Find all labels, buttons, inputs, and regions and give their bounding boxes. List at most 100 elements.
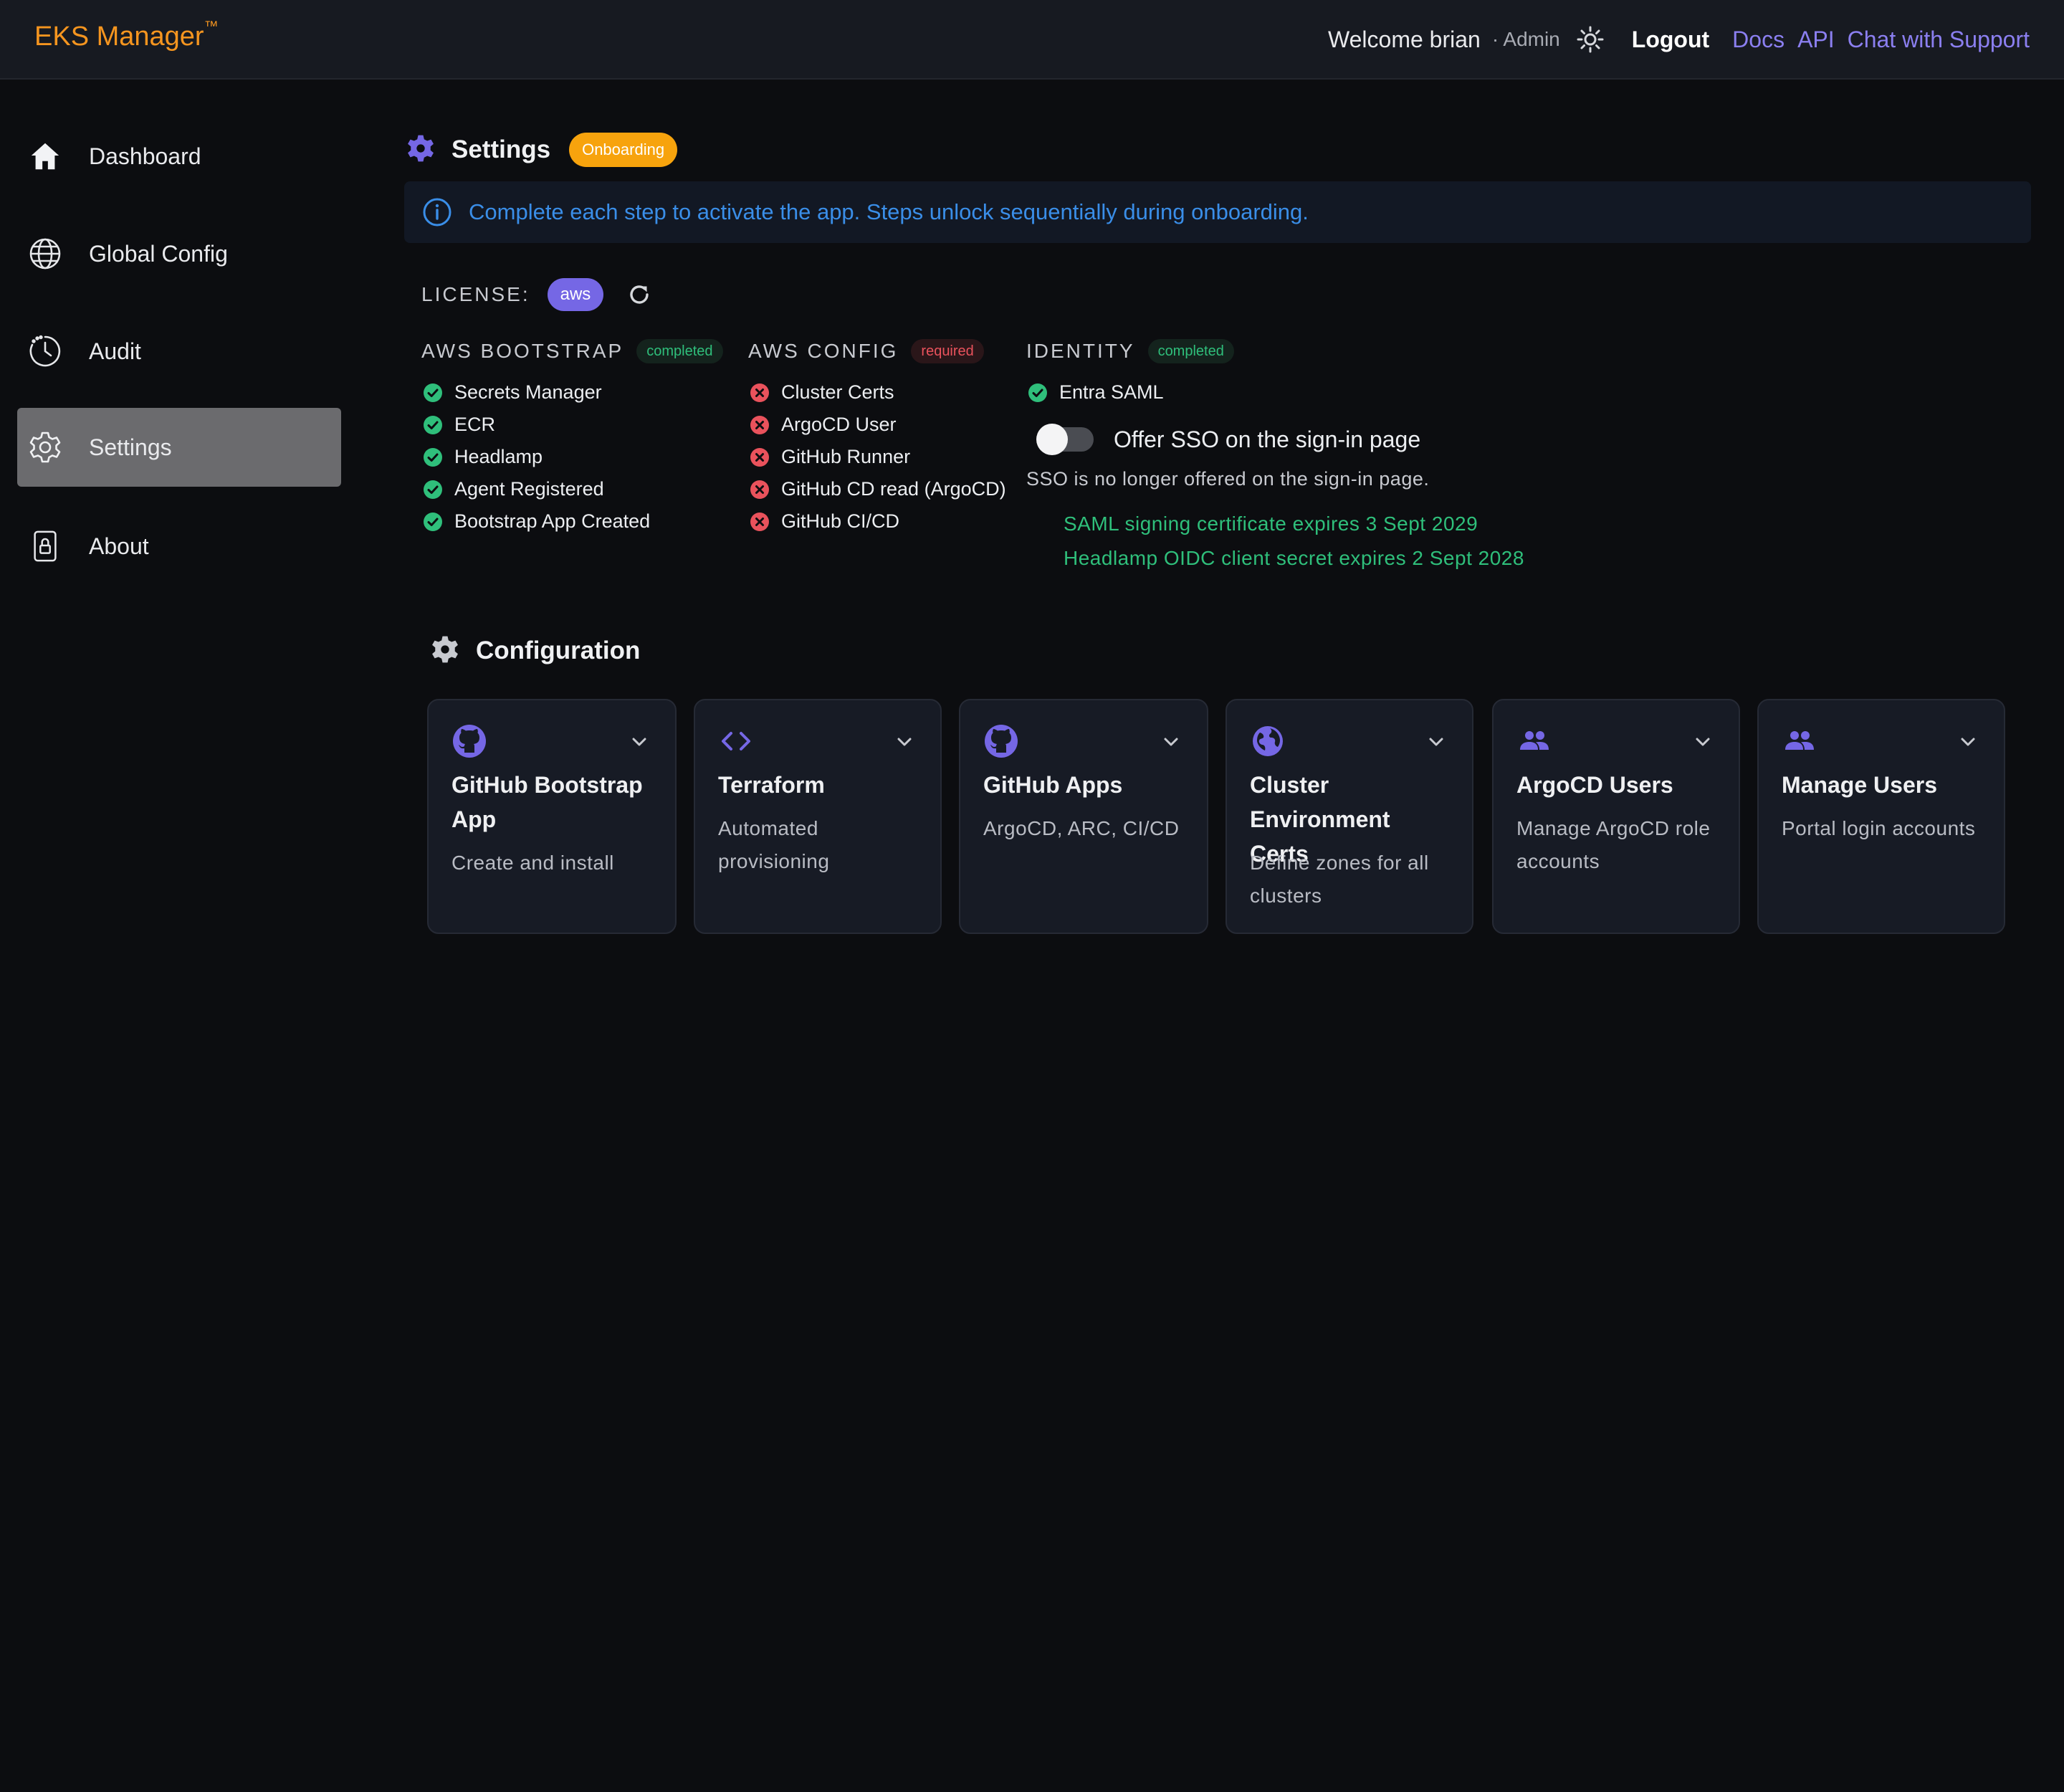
license-row: LICENSE: aws <box>421 275 652 315</box>
group-title: AWS CONFIG <box>748 340 899 362</box>
app-logo[interactable]: EKS Manager™ <box>34 19 219 52</box>
gear-icon <box>430 634 460 668</box>
item-label: Cluster Certs <box>781 381 894 403</box>
sidebar-item-label: About <box>89 533 149 559</box>
card-title: Manage Users <box>1782 772 1937 798</box>
trademark: ™ <box>204 19 219 35</box>
support-link[interactable]: Chat with Support <box>1848 27 2030 53</box>
logout-button[interactable]: Logout <box>1632 27 1709 53</box>
page-header: Settings Onboarding <box>406 121 678 178</box>
info-banner: Complete each step to activate the app. … <box>404 181 2031 243</box>
section-title: Configuration <box>476 637 641 664</box>
sidebar-item-label: Audit <box>89 338 141 364</box>
chevron-down-icon[interactable] <box>629 732 649 752</box>
sidebar-item-audit[interactable]: Audit <box>17 312 341 391</box>
list-item: Secrets Manager <box>421 376 723 409</box>
item-label: Entra SAML <box>1059 381 1164 403</box>
refresh-icon[interactable] <box>626 282 652 308</box>
sidebar-item-label: Global Config <box>89 240 228 267</box>
header-actions: Welcome brian · Admin Logout Docs API Ch… <box>1328 20 2030 59</box>
oidc-expiry-text: Headlamp OIDC client secret expires 2 Se… <box>1064 547 1524 569</box>
chevron-down-icon[interactable] <box>1161 732 1181 752</box>
card-github-bootstrap-app[interactable]: GitHub Bootstrap App Create and install <box>427 699 677 934</box>
item-label: Headlamp <box>454 446 543 467</box>
aws-config-group: AWS CONFIG required Cluster Certs ArgoCD… <box>748 335 1006 538</box>
toggle-knob <box>1036 424 1068 455</box>
identity-group: IDENTITY completed Entra SAML <box>1026 335 1234 409</box>
check-circle-icon <box>424 480 442 499</box>
chevron-down-icon[interactable] <box>894 732 914 752</box>
code-icon <box>722 732 750 750</box>
list-item: Bootstrap App Created <box>421 505 723 538</box>
sidebar: Dashboard Global Config Audit Settings A… <box>0 81 355 1792</box>
card-description: Define zones for all clusters <box>1250 852 1429 907</box>
list-item: Headlamp <box>421 441 723 473</box>
saml-expiry-text: SAML signing certificate expires 3 Sept … <box>1064 513 1478 535</box>
sun-icon[interactable] <box>1576 25 1605 54</box>
github-icon <box>985 725 1018 758</box>
page-title: Settings <box>452 135 551 163</box>
check-circle-icon <box>424 415 442 434</box>
sso-note: SSO is no longer offered on the sign-in … <box>1026 468 1430 490</box>
item-label: GitHub Runner <box>781 446 911 467</box>
card-title: ArgoCD Users <box>1516 772 1673 798</box>
card-description: ArgoCD, ARC, CI/CD <box>983 817 1180 839</box>
brand-name: EKS Manager <box>34 22 204 52</box>
status-badge: completed <box>636 339 723 363</box>
item-label: GitHub CD read (ArgoCD) <box>781 478 1006 500</box>
card-manage-users[interactable]: Manage Users Portal login accounts <box>1757 699 2005 934</box>
list-item: Agent Registered <box>421 473 723 505</box>
x-circle-icon <box>750 480 769 499</box>
gear-icon <box>27 429 63 465</box>
sidebar-item-dashboard[interactable]: Dashboard <box>17 117 341 196</box>
clock-icon <box>27 333 63 369</box>
card-description: Manage ArgoCD role accounts <box>1516 817 1711 872</box>
card-description: Create and install <box>452 852 614 874</box>
main-content: Settings Onboarding Complete each step t… <box>355 81 2064 1792</box>
users-icon <box>1785 731 1814 750</box>
user-role: · Admin <box>1491 28 1560 50</box>
home-icon <box>27 138 63 174</box>
configuration-header: Configuration <box>430 626 640 676</box>
list-item: Entra SAML <box>1026 376 1234 409</box>
status-badge: Onboarding <box>569 133 678 167</box>
item-label: Secrets Manager <box>454 381 602 403</box>
chevron-down-icon[interactable] <box>1426 732 1446 752</box>
sidebar-item-label: Settings <box>89 434 172 460</box>
chevron-down-icon[interactable] <box>1693 732 1713 752</box>
info-icon <box>423 198 452 227</box>
api-link[interactable]: API <box>1797 27 1835 53</box>
top-header: EKS Manager™ Welcome brian · Admin Logou… <box>0 0 2064 80</box>
item-label: ECR <box>454 414 496 435</box>
license-label: LICENSE: <box>421 283 530 305</box>
chevron-down-icon[interactable] <box>1958 732 1978 752</box>
sidebar-item-about[interactable]: About <box>17 507 341 586</box>
card-github-apps[interactable]: GitHub Apps ArgoCD, ARC, CI/CD <box>959 699 1208 934</box>
aws-bootstrap-group: AWS BOOTSTRAP completed Secrets Manager … <box>421 335 723 538</box>
card-title: GitHub Apps <box>983 772 1123 798</box>
sidebar-item-global-config[interactable]: Global Config <box>17 214 341 293</box>
item-label: Agent Registered <box>454 478 604 500</box>
card-description: Automated provisioning <box>718 817 830 872</box>
check-circle-icon <box>424 447 442 467</box>
list-item: ArgoCD User <box>748 409 1006 441</box>
docs-link[interactable]: Docs <box>1732 27 1784 53</box>
sso-toggle-row: Offer SSO on the sign-in page <box>1036 418 1421 461</box>
status-badge: required <box>911 339 984 363</box>
list-item: ECR <box>421 409 723 441</box>
sso-toggle-label: Offer SSO on the sign-in page <box>1114 426 1421 452</box>
list-item: Cluster Certs <box>748 376 1006 409</box>
x-circle-icon <box>750 415 769 434</box>
check-circle-icon <box>424 512 442 531</box>
users-icon <box>1520 731 1549 750</box>
sidebar-item-settings[interactable]: Settings <box>17 408 341 487</box>
item-label: Bootstrap App Created <box>454 510 651 532</box>
status-badge: completed <box>1147 339 1234 363</box>
card-cluster-environment-certs[interactable]: Cluster Environment Certs Define zones f… <box>1226 699 1473 934</box>
sso-toggle[interactable] <box>1036 424 1094 455</box>
card-terraform[interactable]: Terraform Automated provisioning <box>694 699 942 934</box>
card-description: Portal login accounts <box>1782 817 1976 839</box>
group-title: IDENTITY <box>1026 340 1135 362</box>
card-argocd-users[interactable]: ArgoCD Users Manage ArgoCD role accounts <box>1492 699 1740 934</box>
welcome-text: Welcome brian <box>1328 26 1481 52</box>
